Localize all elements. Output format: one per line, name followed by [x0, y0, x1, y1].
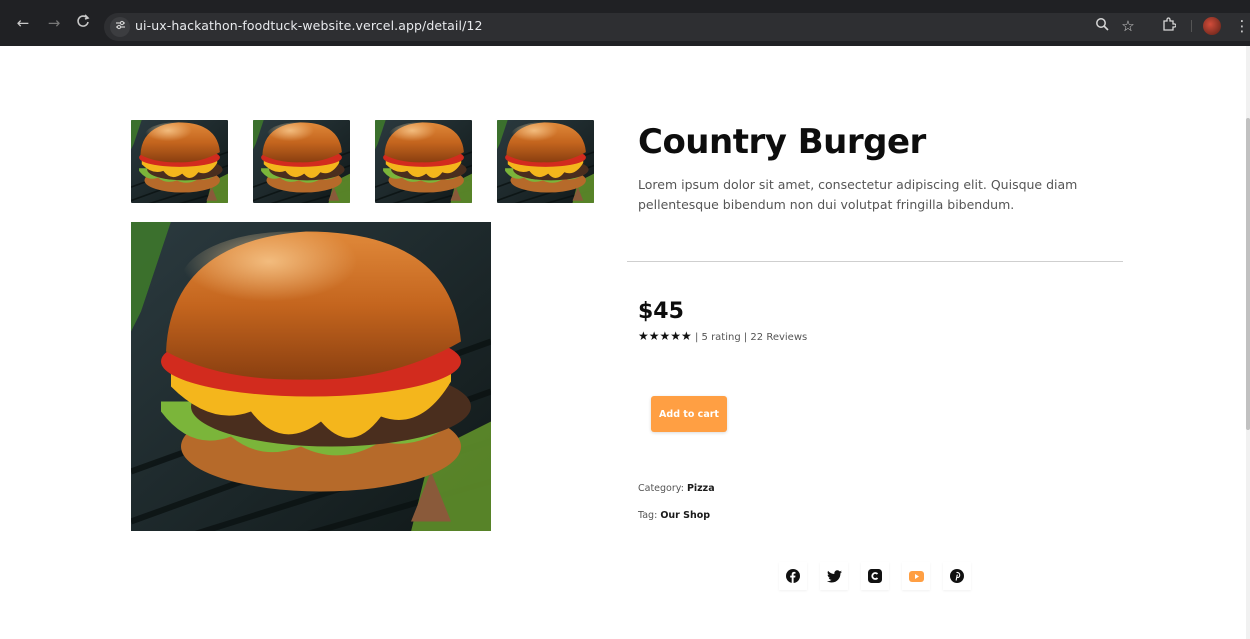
- rating-stars: ★★★★★: [638, 329, 692, 343]
- zoom-icon[interactable]: [1092, 17, 1112, 35]
- profile-avatar[interactable]: [1203, 17, 1221, 35]
- bookmark-star-icon[interactable]: ☆: [1118, 17, 1138, 35]
- forward-arrow-icon[interactable]: →: [45, 14, 63, 32]
- product-thumbnail[interactable]: [253, 120, 350, 203]
- site-info-icon[interactable]: [110, 17, 130, 37]
- product-tag: Tag: Our Shop: [638, 510, 710, 521]
- product-price: $45: [638, 299, 684, 324]
- category-value[interactable]: Pizza: [687, 483, 715, 494]
- browser-toolbar: ← → ui-ux-hackathon-foodtuck-website.ver…: [0, 0, 1250, 46]
- add-to-cart-button[interactable]: Add to cart: [651, 396, 727, 432]
- section-divider: [627, 261, 1123, 262]
- product-title: Country Burger: [638, 122, 926, 162]
- pinterest-icon[interactable]: [943, 562, 971, 590]
- instagram-icon[interactable]: [861, 562, 889, 590]
- address-bar[interactable]: ui-ux-hackathon-foodtuck-website.vercel.…: [104, 13, 1250, 41]
- tag-label: Tag:: [638, 510, 661, 521]
- facebook-icon[interactable]: [779, 562, 807, 590]
- product-thumbnail[interactable]: [497, 120, 594, 203]
- scrollbar-thumb[interactable]: [1246, 118, 1250, 430]
- category-label: Category:: [638, 483, 687, 494]
- youtube-icon[interactable]: [902, 562, 930, 590]
- product-main-image: [131, 222, 491, 531]
- product-thumbnail[interactable]: [131, 120, 228, 203]
- toolbar-separator: [1191, 20, 1192, 32]
- back-arrow-icon[interactable]: ←: [14, 14, 32, 32]
- url-text[interactable]: ui-ux-hackathon-foodtuck-website.vercel.…: [135, 18, 483, 33]
- reload-icon[interactable]: [74, 14, 92, 32]
- product-category: Category: Pizza: [638, 483, 715, 494]
- twitter-icon[interactable]: [820, 562, 848, 590]
- rating-text: | 5 rating | 22 Reviews: [691, 332, 808, 343]
- rating-row: ★★★★★ | 5 rating | 22 Reviews: [638, 329, 807, 343]
- tag-value[interactable]: Our Shop: [660, 510, 710, 521]
- product-description: Lorem ipsum dolor sit amet, consectetur …: [638, 177, 1078, 212]
- product-thumbnail[interactable]: [375, 120, 472, 203]
- menu-kebab-icon[interactable]: ⋮: [1232, 17, 1250, 35]
- extensions-icon[interactable]: [1159, 17, 1179, 35]
